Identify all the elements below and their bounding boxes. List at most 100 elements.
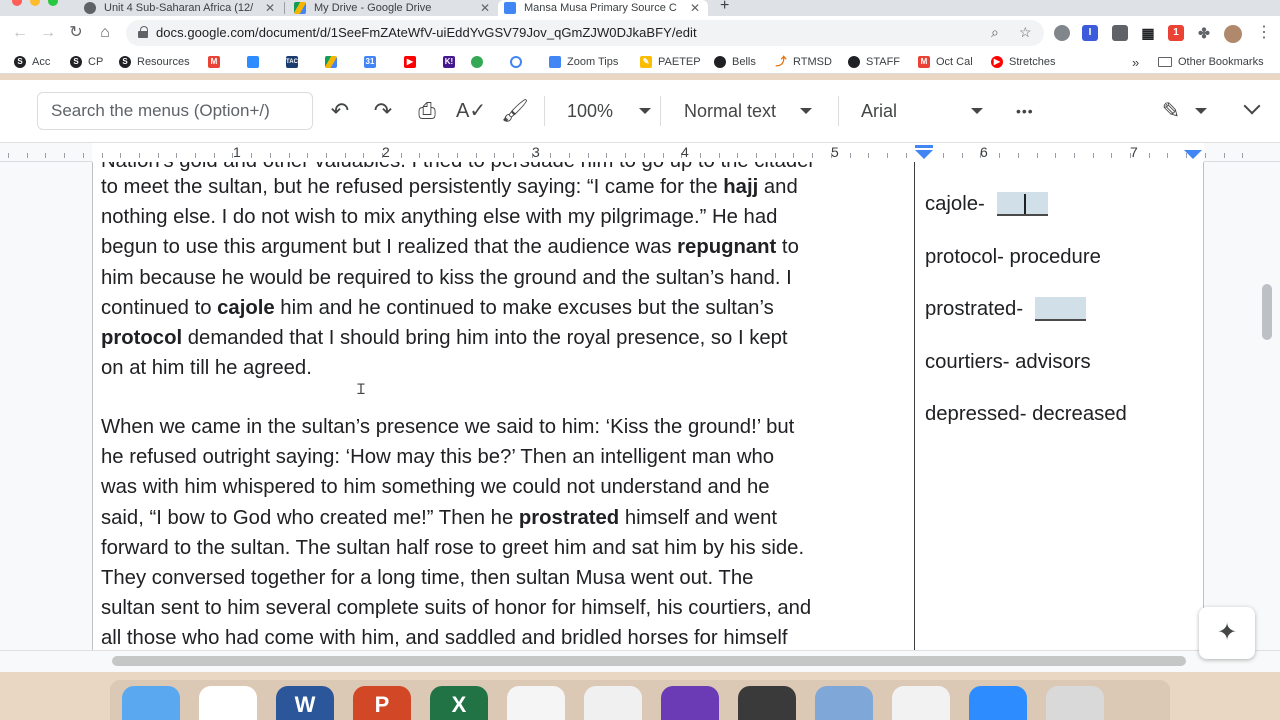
- more-bookmarks-button[interactable]: »: [1132, 54, 1139, 70]
- other-bookmarks-folder[interactable]: Other Bookmarks: [1158, 54, 1264, 70]
- right-indent-marker[interactable]: [1184, 150, 1202, 159]
- minimize-window-button[interactable]: [30, 0, 40, 6]
- close-tab-icon[interactable]: ✕: [480, 1, 490, 15]
- ruler[interactable]: 1 2 3 4 5 6 7: [0, 142, 1280, 163]
- finder-icon[interactable]: [122, 686, 180, 720]
- trash-icon[interactable]: [1046, 686, 1104, 720]
- bookmark-kahoot[interactable]: K!: [443, 54, 461, 70]
- doc-line[interactable]: him because he would be required to kiss…: [101, 263, 799, 293]
- undo-icon[interactable]: ↶: [325, 97, 355, 125]
- doc-line[interactable]: all those who had come with him, and sad…: [101, 623, 811, 650]
- chrome-icon[interactable]: [199, 686, 257, 720]
- vocab-item-cajole[interactable]: cajole-: [925, 192, 1048, 216]
- bookmark-acc[interactable]: S Acc: [14, 54, 50, 70]
- font-select[interactable]: Arial: [861, 98, 984, 124]
- answer-blank[interactable]: [996, 192, 1048, 216]
- editing-mode-chevron-icon[interactable]: [1195, 108, 1207, 114]
- tab-unit4[interactable]: Unit 4 Sub-Saharan Africa (12/ ✕: [78, 0, 283, 16]
- imovie-icon[interactable]: [661, 686, 719, 720]
- bookmark-bells[interactable]: Bells: [714, 54, 756, 70]
- doc-line[interactable]: was with him whispered to him something …: [101, 472, 811, 502]
- extension-icon[interactable]: I: [1082, 25, 1098, 41]
- spellcheck-icon[interactable]: A✓: [456, 97, 486, 125]
- answer-blank[interactable]: [1035, 297, 1087, 321]
- bookmark-calendar[interactable]: 31: [364, 54, 382, 70]
- document-canvas[interactable]: Nation's gold and other valuables. I tri…: [0, 162, 1280, 650]
- extension-icon[interactable]: [1112, 25, 1128, 41]
- bookmark-oct-cal[interactable]: M Oct Cal: [918, 54, 973, 70]
- forward-arrow-icon[interactable]: →: [38, 23, 58, 43]
- left-indent-marker[interactable]: [915, 150, 933, 159]
- back-arrow-icon[interactable]: ←: [10, 23, 30, 43]
- first-line-indent-marker[interactable]: [915, 145, 933, 148]
- numbers-icon[interactable]: [892, 686, 950, 720]
- doc-line[interactable]: to meet the sultan, but he refused persi…: [101, 172, 799, 202]
- doc-line[interactable]: continued to cajole him and he continued…: [101, 293, 799, 323]
- bookmark-stretches[interactable]: ▶ Stretches: [991, 54, 1055, 70]
- close-window-button[interactable]: [12, 0, 22, 6]
- bookmark-drive[interactable]: [325, 54, 343, 70]
- redo-icon[interactable]: ↷: [368, 97, 398, 125]
- bookmark-zoom[interactable]: [247, 54, 265, 70]
- doc-line[interactable]: When we came in the sultan’s presence we…: [101, 412, 811, 442]
- doc-line[interactable]: on at him till he agreed.: [101, 353, 799, 383]
- bookmark-star-icon[interactable]: ☆: [1019, 24, 1032, 41]
- paragraph-1[interactable]: to meet the sultan, but he refused persi…: [101, 172, 799, 383]
- bookmark-zoom-tips[interactable]: Zoom Tips: [549, 54, 618, 70]
- print-icon[interactable]: ⎙: [412, 97, 442, 125]
- tab-mansa-musa[interactable]: Mansa Musa Primary Source C ✕: [498, 0, 708, 16]
- reload-icon[interactable]: ↻: [66, 23, 86, 43]
- zoom-lens-icon[interactable]: ⌕: [991, 24, 999, 41]
- explore-button[interactable]: ✦: [1199, 607, 1255, 659]
- tab-my-drive[interactable]: My Drive - Google Drive ✕: [288, 0, 498, 16]
- bookmark-app[interactable]: [471, 54, 489, 70]
- doc-line[interactable]: he refused outright saying: ‘How may thi…: [101, 442, 811, 472]
- doc-line[interactable]: They conversed together for a long time,…: [101, 563, 811, 593]
- vertical-scrollbar[interactable]: [1262, 284, 1272, 340]
- close-tab-icon[interactable]: ✕: [265, 1, 275, 15]
- excel-icon[interactable]: X: [430, 686, 488, 720]
- home-icon[interactable]: ⌂: [95, 23, 115, 43]
- extension-icon[interactable]: 1: [1168, 25, 1184, 41]
- news-icon[interactable]: [584, 686, 642, 720]
- zoom-select[interactable]: 100%: [567, 98, 652, 124]
- doc-line[interactable]: protocol demanded that I should bring hi…: [101, 323, 799, 353]
- extension-icon[interactable]: [1054, 25, 1070, 41]
- bookmark-resources[interactable]: S Resources: [119, 54, 190, 70]
- vocab-item-depressed[interactable]: depressed- decreased: [925, 403, 1127, 426]
- paint-format-icon[interactable]: 🖌: [500, 97, 530, 125]
- chrome-menu-icon[interactable]: ⋮: [1256, 23, 1272, 43]
- mail-icon[interactable]: [815, 686, 873, 720]
- new-tab-button[interactable]: +: [720, 0, 729, 15]
- doc-line[interactable]: forward to the sultan. The sultan half r…: [101, 533, 811, 563]
- bookmark-paetep[interactable]: ✎ PAETEP: [640, 54, 701, 70]
- bookmark-target[interactable]: [510, 54, 528, 70]
- collapse-toolbar-icon[interactable]: [1244, 102, 1260, 118]
- doc-line[interactable]: begun to use this argument but I realize…: [101, 232, 799, 262]
- doc-line[interactable]: sultan sent to him several complete suit…: [101, 593, 811, 623]
- bookmark-youtube[interactable]: ▶: [404, 54, 422, 70]
- close-tab-icon[interactable]: ✕: [690, 1, 700, 15]
- style-select[interactable]: Normal text: [684, 98, 813, 124]
- doc-line[interactable]: nothing else. I do not wish to mix anyth…: [101, 202, 799, 232]
- puzzle-icon[interactable]: ✤: [1196, 25, 1212, 41]
- search-menus-input[interactable]: Search the menus (Option+/): [37, 92, 313, 130]
- grid-extension-icon[interactable]: ▦: [1140, 25, 1156, 41]
- vocab-item-protocol[interactable]: protocol- procedure: [925, 246, 1101, 269]
- horizontal-scrollbar[interactable]: [112, 656, 1186, 666]
- powerpoint-icon[interactable]: P: [353, 686, 411, 720]
- bookmark-tac[interactable]: TAC: [286, 54, 304, 70]
- editing-mode-pencil-icon[interactable]: ✎: [1156, 97, 1186, 125]
- address-bar[interactable]: docs.google.com/document/d/1SeeFmZAteWfV…: [126, 20, 1044, 46]
- quicktime-icon[interactable]: [738, 686, 796, 720]
- bookmark-rtmsd[interactable]: ⤴ RTMSD: [775, 54, 832, 70]
- vocab-item-courtiers[interactable]: courtiers- advisors: [925, 351, 1091, 374]
- bookmark-gmail[interactable]: M: [208, 54, 226, 70]
- bookmark-cp[interactable]: S CP: [70, 54, 103, 70]
- vocab-item-prostrated[interactable]: prostrated-: [925, 297, 1087, 321]
- profile-avatar[interactable]: [1224, 25, 1242, 43]
- photos-icon[interactable]: [507, 686, 565, 720]
- more-tools-button[interactable]: •••: [1016, 98, 1034, 124]
- doc-line[interactable]: said, “I bow to God who created me!” The…: [101, 503, 811, 533]
- zoom-icon[interactable]: [969, 686, 1027, 720]
